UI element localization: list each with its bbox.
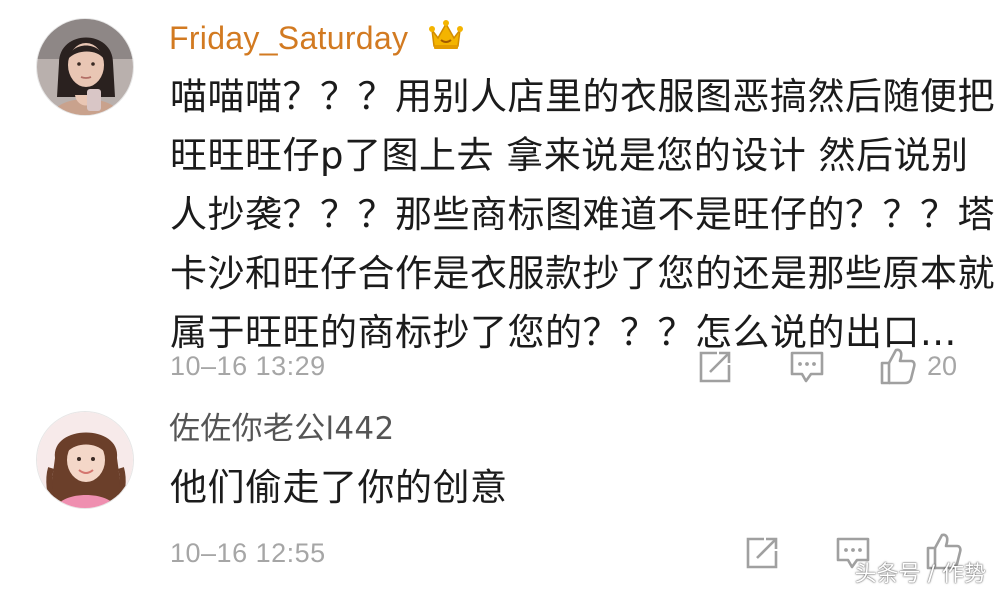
comment-button[interactable] — [789, 350, 825, 384]
comment-icon — [790, 351, 824, 383]
forward-icon — [699, 351, 731, 383]
comment-text-line: 人抄袭？？？那些商标图难道不是旺仔的？？？塔 — [170, 193, 995, 236]
timestamp: 10–16 13:29 — [170, 351, 326, 381]
username[interactable]: 佐佐你老公l442 — [169, 414, 394, 445]
username[interactable]: Friday_Saturday — [169, 22, 408, 54]
avatar[interactable] — [36, 411, 134, 509]
comment-text-line: 他们偷走了你的创意 — [170, 466, 508, 509]
like-button[interactable]: 20 — [879, 346, 957, 386]
comment-text: 喵喵喵？？？用别人店里的衣服图恶搞然后随便把 旺旺旺仔p了图上去 拿来说是您的设… — [170, 67, 995, 362]
forward-button[interactable] — [744, 535, 780, 571]
forward-button[interactable] — [697, 349, 733, 385]
comment-item: 佐佐你老公l442 他们偷走了你的创意 10–16 12:55 — [0, 395, 1000, 600]
avatar[interactable] — [36, 18, 134, 116]
comment-text: 他们偷走了你的创意 — [170, 458, 980, 517]
comment-text-line: 旺旺旺仔p了图上去 拿来说是您的设计 然后说别 — [170, 134, 969, 177]
avatar-user-icon — [37, 412, 133, 508]
crown-icon — [429, 20, 463, 49]
avatar-user-icon — [37, 19, 133, 115]
comment-text-line: 喵喵喵？？？用别人店里的衣服图恶搞然后随便把 — [170, 75, 995, 118]
comment-text-line: 卡沙和旺仔合作是衣服款抄了您的还是那些原本就 — [170, 252, 995, 295]
like-count: 20 — [927, 350, 958, 381]
timestamp: 10–16 12:55 — [170, 538, 326, 568]
thumbs-up-icon — [880, 348, 916, 385]
comment-item: Friday_Saturday 喵喵喵？？？用别人店里的衣服图恶搞然后随便把 旺… — [0, 0, 1000, 390]
watermark: 头条号 / 作势 — [854, 562, 986, 587]
forward-icon — [746, 537, 778, 569]
